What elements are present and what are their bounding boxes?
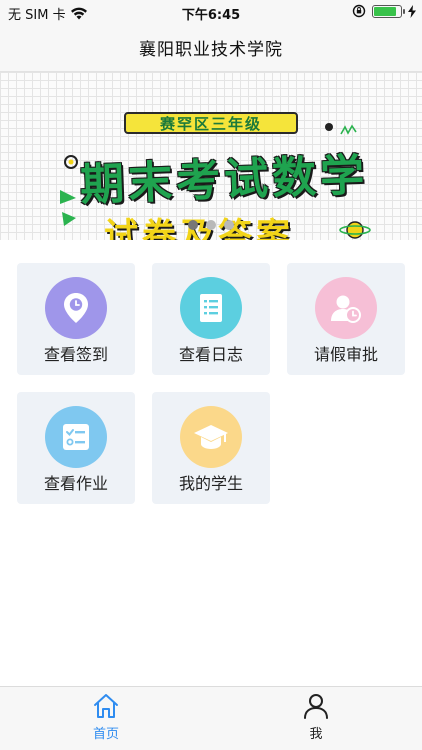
menu-item-check-signin[interactable]: 查看签到 (17, 263, 135, 375)
status-right (352, 4, 416, 18)
circle-decoration-icon (325, 123, 333, 131)
user-clock-icon (315, 277, 377, 339)
banner-carousel[interactable]: 赛罕区三年级 期末考试数学 试卷及答案 (0, 72, 422, 240)
menu-item-label: 请假审批 (313, 345, 378, 364)
carousel-dot[interactable] (206, 220, 216, 230)
menu-item-leave-approval[interactable]: 请假审批 (287, 263, 405, 375)
menu-item-label: 查看签到 (43, 345, 108, 364)
tab-me[interactable]: 我 (286, 693, 346, 745)
banner-title: 期末考试数学 (79, 149, 369, 212)
home-icon (94, 694, 118, 718)
page-title: 襄阳职业技术学院 (139, 40, 283, 60)
menu-item-label: 查看作业 (43, 474, 108, 493)
tab-home[interactable]: 首页 (76, 693, 136, 745)
location-clock-icon (45, 277, 107, 339)
menu-item-view-homework[interactable]: 查看作业 (17, 392, 135, 504)
carousel-dot[interactable] (188, 220, 198, 230)
tab-label: 我 (309, 727, 323, 742)
document-icon (180, 277, 242, 339)
checklist-icon (45, 406, 107, 468)
graduation-cap-icon (180, 406, 242, 468)
menu-item-label: 查看日志 (178, 345, 243, 364)
battery-fill (374, 6, 396, 16)
carousel-dot[interactable] (224, 220, 234, 230)
tab-bar: 首页 我 (0, 686, 422, 750)
nav-bar: 襄阳职业技术学院 (0, 24, 422, 72)
menu-item-my-students[interactable]: 我的学生 (152, 392, 270, 504)
banner-tag: 赛罕区三年级 (124, 112, 298, 134)
person-icon (304, 694, 328, 719)
zigzag-decoration-icon (340, 124, 357, 135)
charging-icon (408, 4, 416, 18)
menu-item-label: 我的学生 (178, 474, 243, 493)
carousel-indicator[interactable] (0, 220, 422, 230)
status-bar: 无 SIM 卡 下午6:45 (0, 0, 422, 24)
battery-icon (372, 4, 405, 18)
swirl-decoration-icon (64, 155, 78, 169)
tab-label: 首页 (92, 727, 119, 742)
menu-item-view-log[interactable]: 查看日志 (152, 263, 270, 375)
orientation-lock-icon (352, 4, 366, 18)
